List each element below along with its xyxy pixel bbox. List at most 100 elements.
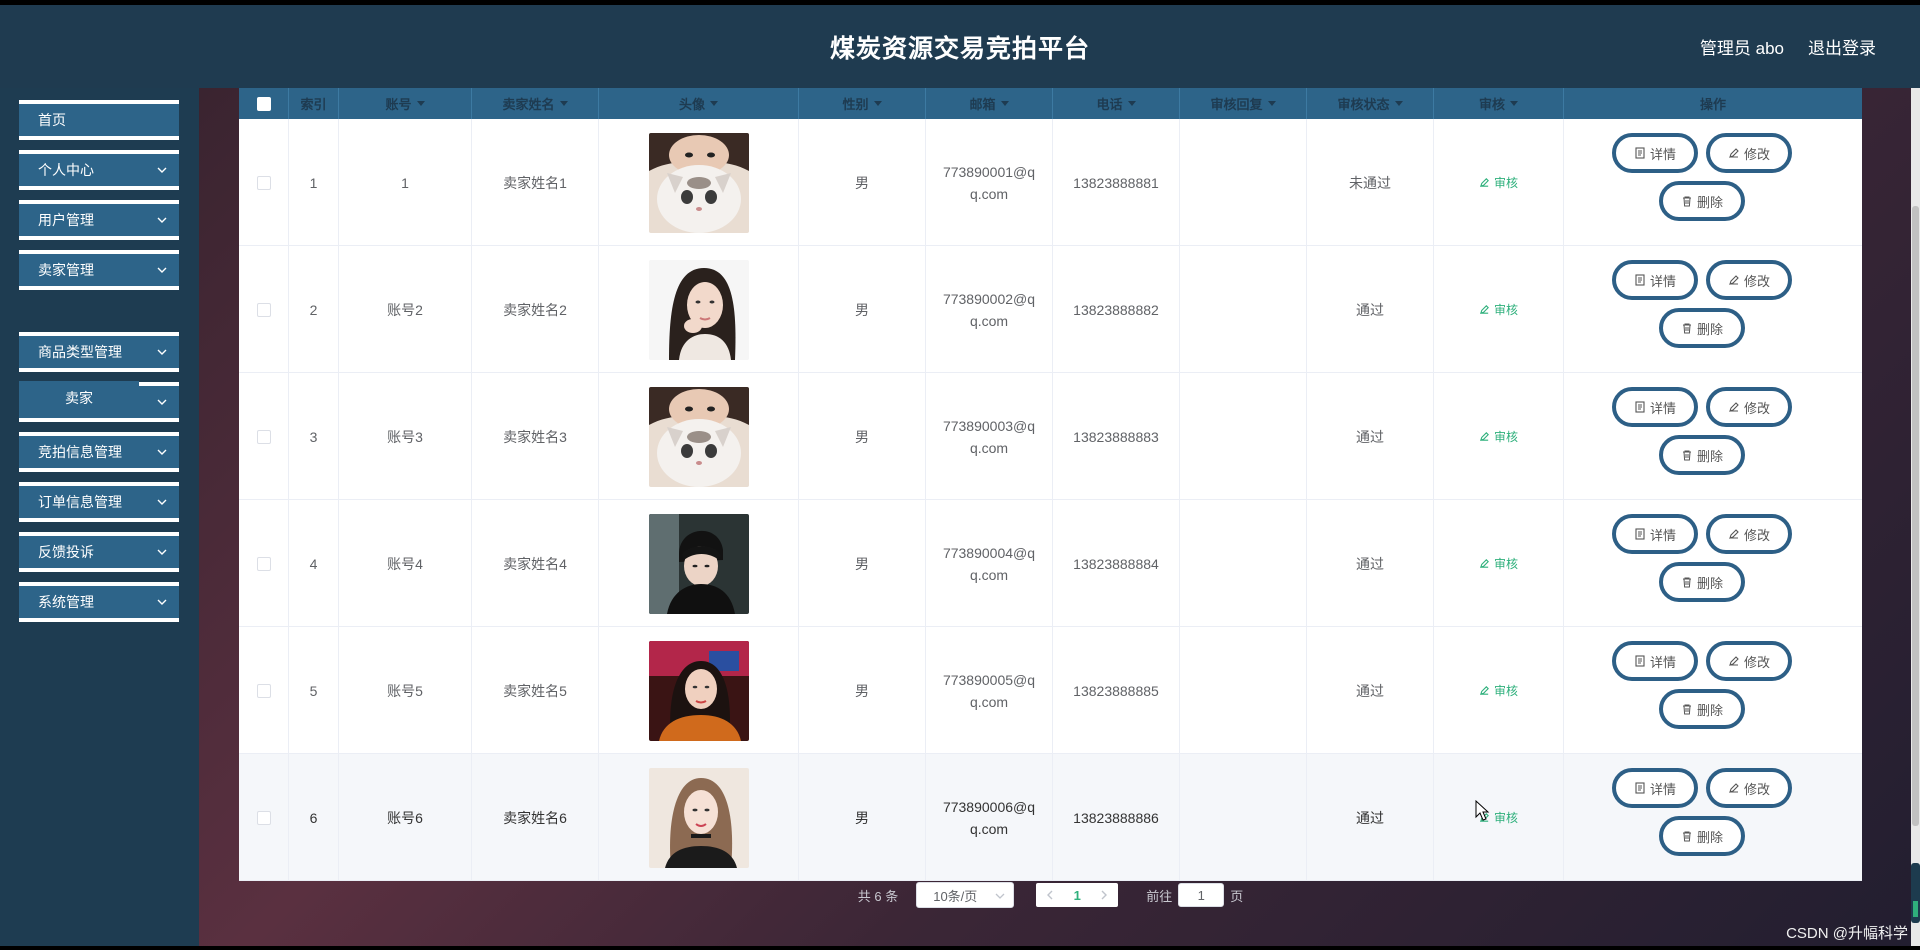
sidebar-item-9[interactable]: 系统管理 — [19, 582, 179, 622]
cell-seller-name: 卖家姓名5 — [472, 627, 599, 754]
audit-link[interactable]: 审核 — [1479, 553, 1518, 575]
table-body: 1 1 卖家姓名1 男 773890001@qq.com 13823888881 未通过 审核… — [239, 119, 1862, 881]
audit-link[interactable]: 审核 — [1479, 172, 1518, 194]
cell-avatar — [599, 246, 799, 373]
delete-button[interactable]: 删除 — [1659, 181, 1745, 221]
row-checkbox-cell[interactable] — [239, 246, 289, 373]
sidebar-item-label: 个人中心 — [38, 162, 94, 178]
row-checkbox[interactable] — [256, 175, 271, 190]
sidebar-item-0[interactable]: 首页 — [19, 100, 179, 140]
top-header: 煤炭资源交易竞拍平台 管理员 abo 退出登录 — [0, 5, 1920, 88]
document-icon — [1635, 274, 1645, 286]
detail-button[interactable]: 详情 — [1612, 641, 1698, 681]
sidebar-subitem-seller[interactable]: 卖家 — [19, 381, 139, 414]
edit-button[interactable]: 修改 — [1706, 768, 1792, 808]
cell-avatar — [599, 119, 799, 246]
sidebar-item-8[interactable]: 反馈投诉 — [19, 532, 179, 572]
header-audit-status[interactable]: 审核状态 — [1307, 88, 1434, 119]
document-icon — [1635, 528, 1645, 540]
header-email[interactable]: 邮箱 — [926, 88, 1053, 119]
cell-gender: 男 — [799, 754, 926, 881]
cell-index: 6 — [289, 754, 339, 881]
goto-page-input[interactable] — [1178, 883, 1225, 907]
pencil-icon — [1729, 529, 1739, 539]
audit-link[interactable]: 审核 — [1479, 426, 1518, 448]
delete-button[interactable]: 删除 — [1659, 816, 1745, 856]
cell-account: 账号5 — [339, 627, 472, 754]
header-account[interactable]: 账号 — [339, 88, 472, 119]
header-avatar[interactable]: 头像 — [599, 88, 799, 119]
watermark: CSDN @升幅科学 — [1786, 925, 1908, 942]
cell-gender: 男 — [799, 246, 926, 373]
detail-button[interactable]: 详情 — [1612, 260, 1698, 300]
row-checkbox[interactable] — [256, 810, 271, 825]
delete-button[interactable]: 删除 — [1659, 308, 1745, 348]
page-size-select[interactable]: 10条/页 — [916, 882, 1015, 908]
edit-button[interactable]: 修改 — [1706, 133, 1792, 173]
cell-email: 773890005@qq.com — [926, 627, 1053, 754]
row-checkbox[interactable] — [256, 429, 271, 444]
edit-button[interactable]: 修改 — [1706, 641, 1792, 681]
goto-page: 前往 页 — [1146, 883, 1243, 907]
sidebar-item-2[interactable]: 用户管理 — [19, 200, 179, 240]
header-user-area: 管理员 abo 退出登录 — [1700, 5, 1876, 88]
sidebar-item-label: 反馈投诉 — [38, 544, 94, 560]
cell-index: 3 — [289, 373, 339, 500]
audit-link[interactable]: 审核 — [1479, 299, 1518, 321]
edit-button[interactable]: 修改 — [1706, 260, 1792, 300]
edit-button[interactable]: 修改 — [1706, 387, 1792, 427]
delete-button[interactable]: 删除 — [1659, 562, 1745, 602]
row-checkbox-cell[interactable] — [239, 119, 289, 246]
row-checkbox-cell[interactable] — [239, 754, 289, 881]
pencil-icon — [1729, 783, 1739, 793]
next-page-button[interactable] — [1090, 883, 1118, 907]
cell-avatar — [599, 373, 799, 500]
detail-button[interactable]: 详情 — [1612, 133, 1698, 173]
cell-phone: 13823888884 — [1053, 500, 1180, 627]
cell-audit-reply — [1180, 246, 1307, 373]
sidebar-item-3[interactable]: 卖家管理 — [19, 250, 179, 290]
row-checkbox[interactable] — [256, 683, 271, 698]
sidebar-item-7[interactable]: 订单信息管理 — [19, 482, 179, 522]
header-audit[interactable]: 审核 — [1434, 88, 1564, 119]
cell-audit-reply — [1180, 754, 1307, 881]
edit-pen-icon — [1479, 432, 1489, 442]
header-gender[interactable]: 性别 — [799, 88, 926, 119]
pencil-icon — [1729, 275, 1739, 285]
sidebar-item-4[interactable]: 商品类型管理 — [19, 332, 179, 372]
row-checkbox-cell[interactable] — [239, 627, 289, 754]
sidebar-item-1[interactable]: 个人中心 — [19, 150, 179, 190]
row-checkbox[interactable] — [256, 302, 271, 317]
select-all-checkbox[interactable] — [239, 88, 289, 119]
delete-button[interactable]: 删除 — [1659, 689, 1745, 729]
header-seller-name[interactable]: 卖家姓名 — [472, 88, 599, 119]
cell-avatar — [599, 627, 799, 754]
document-icon — [1635, 655, 1645, 667]
audit-link[interactable]: 审核 — [1479, 680, 1518, 702]
delete-button[interactable]: 删除 — [1659, 435, 1745, 475]
scrollbar-thumb[interactable] — [1912, 206, 1919, 826]
header-phone[interactable]: 电话 — [1053, 88, 1180, 119]
logout-link[interactable]: 退出登录 — [1808, 34, 1876, 59]
page-nav: 1 — [1036, 883, 1119, 907]
avatar — [648, 640, 749, 741]
table-row: 4 账号4 卖家姓名4 男 773890004@qq.com 13823888884 通过 审… — [239, 500, 1862, 627]
page-number[interactable]: 1 — [1064, 883, 1090, 907]
sidebar-item-6[interactable]: 竞拍信息管理 — [19, 432, 179, 472]
detail-button[interactable]: 详情 — [1612, 514, 1698, 554]
page-scrollbar[interactable] — [1911, 88, 1920, 946]
edit-pen-icon — [1479, 178, 1489, 188]
edit-button[interactable]: 修改 — [1706, 514, 1792, 554]
row-checkbox[interactable] — [256, 556, 271, 571]
trash-icon — [1682, 450, 1691, 461]
header-audit-reply[interactable]: 审核回复 — [1180, 88, 1307, 119]
cell-index: 4 — [289, 500, 339, 627]
cell-account: 账号3 — [339, 373, 472, 500]
prev-page-button[interactable] — [1036, 883, 1064, 907]
row-checkbox-cell[interactable] — [239, 500, 289, 627]
detail-button[interactable]: 详情 — [1612, 387, 1698, 427]
document-icon — [1635, 782, 1645, 794]
trash-icon — [1682, 831, 1691, 842]
detail-button[interactable]: 详情 — [1612, 768, 1698, 808]
row-checkbox-cell[interactable] — [239, 373, 289, 500]
